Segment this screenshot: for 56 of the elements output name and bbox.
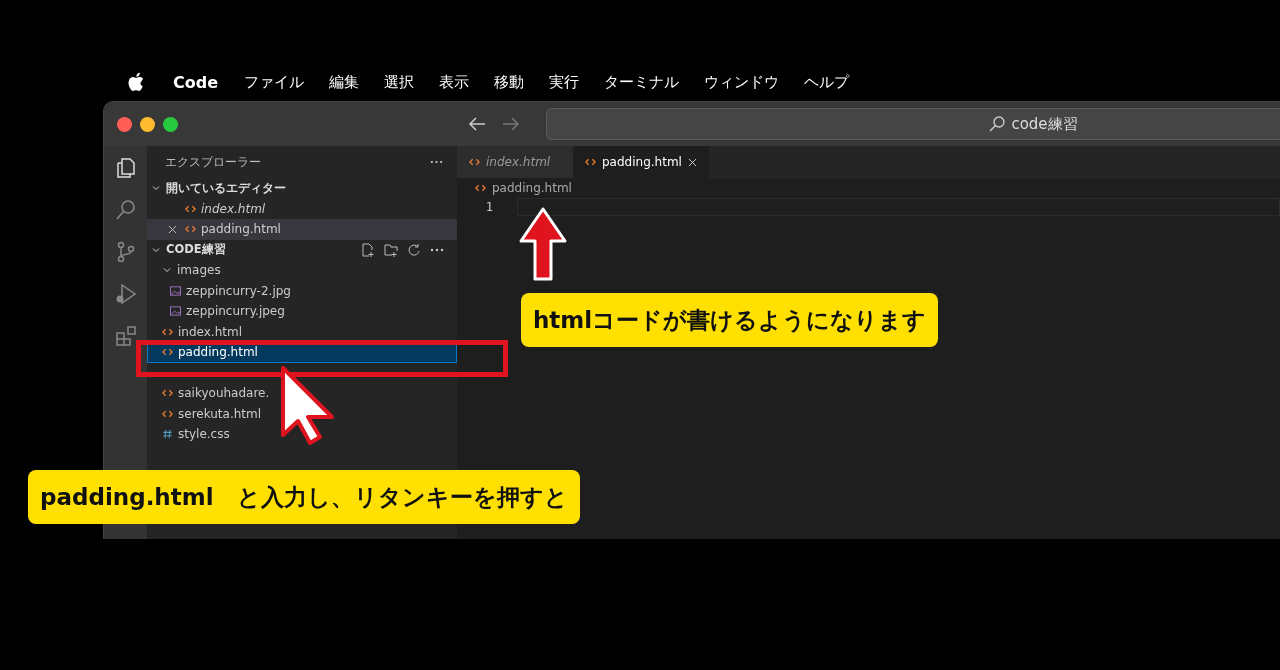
- sidebar-title: エクスプローラー: [165, 154, 261, 170]
- more-icon[interactable]: [430, 160, 443, 164]
- menu-item[interactable]: 編集: [329, 72, 360, 92]
- open-editor-item[interactable]: padding.html: [147, 219, 457, 240]
- line-number: 1: [484, 200, 493, 214]
- code-icon: [162, 326, 173, 337]
- minimize-window-button[interactable]: [140, 116, 155, 132]
- file-tree-item[interactable]: saikyouhadare.: [147, 383, 457, 404]
- file-tree-item[interactable]: images: [147, 260, 457, 281]
- new-file-icon[interactable]: [361, 242, 375, 257]
- code-icon: [185, 203, 196, 214]
- file-tree-item[interactable]: style.css: [147, 424, 457, 445]
- forward-arrow-icon[interactable]: [502, 117, 520, 131]
- file-tree-item[interactable]: serekuta.html: [147, 403, 457, 424]
- code-icon: [185, 224, 196, 235]
- editor-tab[interactable]: padding.html: [573, 146, 709, 178]
- menu-item[interactable]: 移動: [494, 72, 525, 92]
- callout-label: padding.html と入力し、リタンキーを押すと: [28, 470, 580, 524]
- code-icon: [469, 157, 480, 167]
- menu-item[interactable]: 表示: [439, 72, 470, 92]
- file-tree-item[interactable]: index.html: [147, 321, 457, 342]
- image-icon: [170, 306, 181, 317]
- menu-item[interactable]: 選択: [384, 72, 415, 92]
- refresh-icon[interactable]: [407, 242, 421, 257]
- back-arrow-icon[interactable]: [468, 117, 486, 131]
- open-editor-item[interactable]: index.html: [147, 198, 457, 219]
- code-icon: [585, 157, 596, 167]
- search-icon: [989, 116, 1006, 132]
- command-search-field[interactable]: code練習: [546, 108, 1280, 140]
- app-menu[interactable]: Code: [173, 72, 219, 92]
- extensions-icon[interactable]: [113, 324, 138, 348]
- file-tree-item[interactable]: zeppincurry.jpeg: [147, 301, 457, 322]
- image-icon: [170, 285, 181, 296]
- zoom-window-button[interactable]: [163, 116, 178, 132]
- menu-item[interactable]: ヘルプ: [804, 72, 850, 92]
- section-header[interactable]: CODE練習: [147, 239, 457, 260]
- section-header[interactable]: 開いているエディター: [147, 178, 457, 199]
- code-icon: [162, 347, 173, 358]
- menu-item[interactable]: ターミナル: [604, 72, 680, 92]
- menu-item[interactable]: 実行: [549, 72, 580, 92]
- code-icon: [475, 183, 486, 193]
- callout-label: htmlコードが書けるようになります: [521, 293, 939, 347]
- code-icon: [162, 408, 173, 419]
- file-tree-item[interactable]: zeppincurry-2.jpg: [147, 280, 457, 301]
- menu-item[interactable]: ファイル: [244, 72, 305, 92]
- breadcrumb[interactable]: padding.html: [457, 178, 1280, 198]
- editor-tab[interactable]: index.html: [457, 146, 573, 178]
- hash-icon: [162, 429, 173, 440]
- close-icon[interactable]: [168, 224, 177, 234]
- up-arrow-icon: [519, 207, 567, 281]
- close-icon[interactable]: [687, 157, 697, 167]
- close-window-button[interactable]: [117, 116, 132, 132]
- code-icon: [162, 388, 173, 399]
- search-icon[interactable]: [113, 198, 138, 222]
- menu-item[interactable]: ウィンドウ: [704, 72, 780, 92]
- new-folder-icon[interactable]: [384, 242, 398, 257]
